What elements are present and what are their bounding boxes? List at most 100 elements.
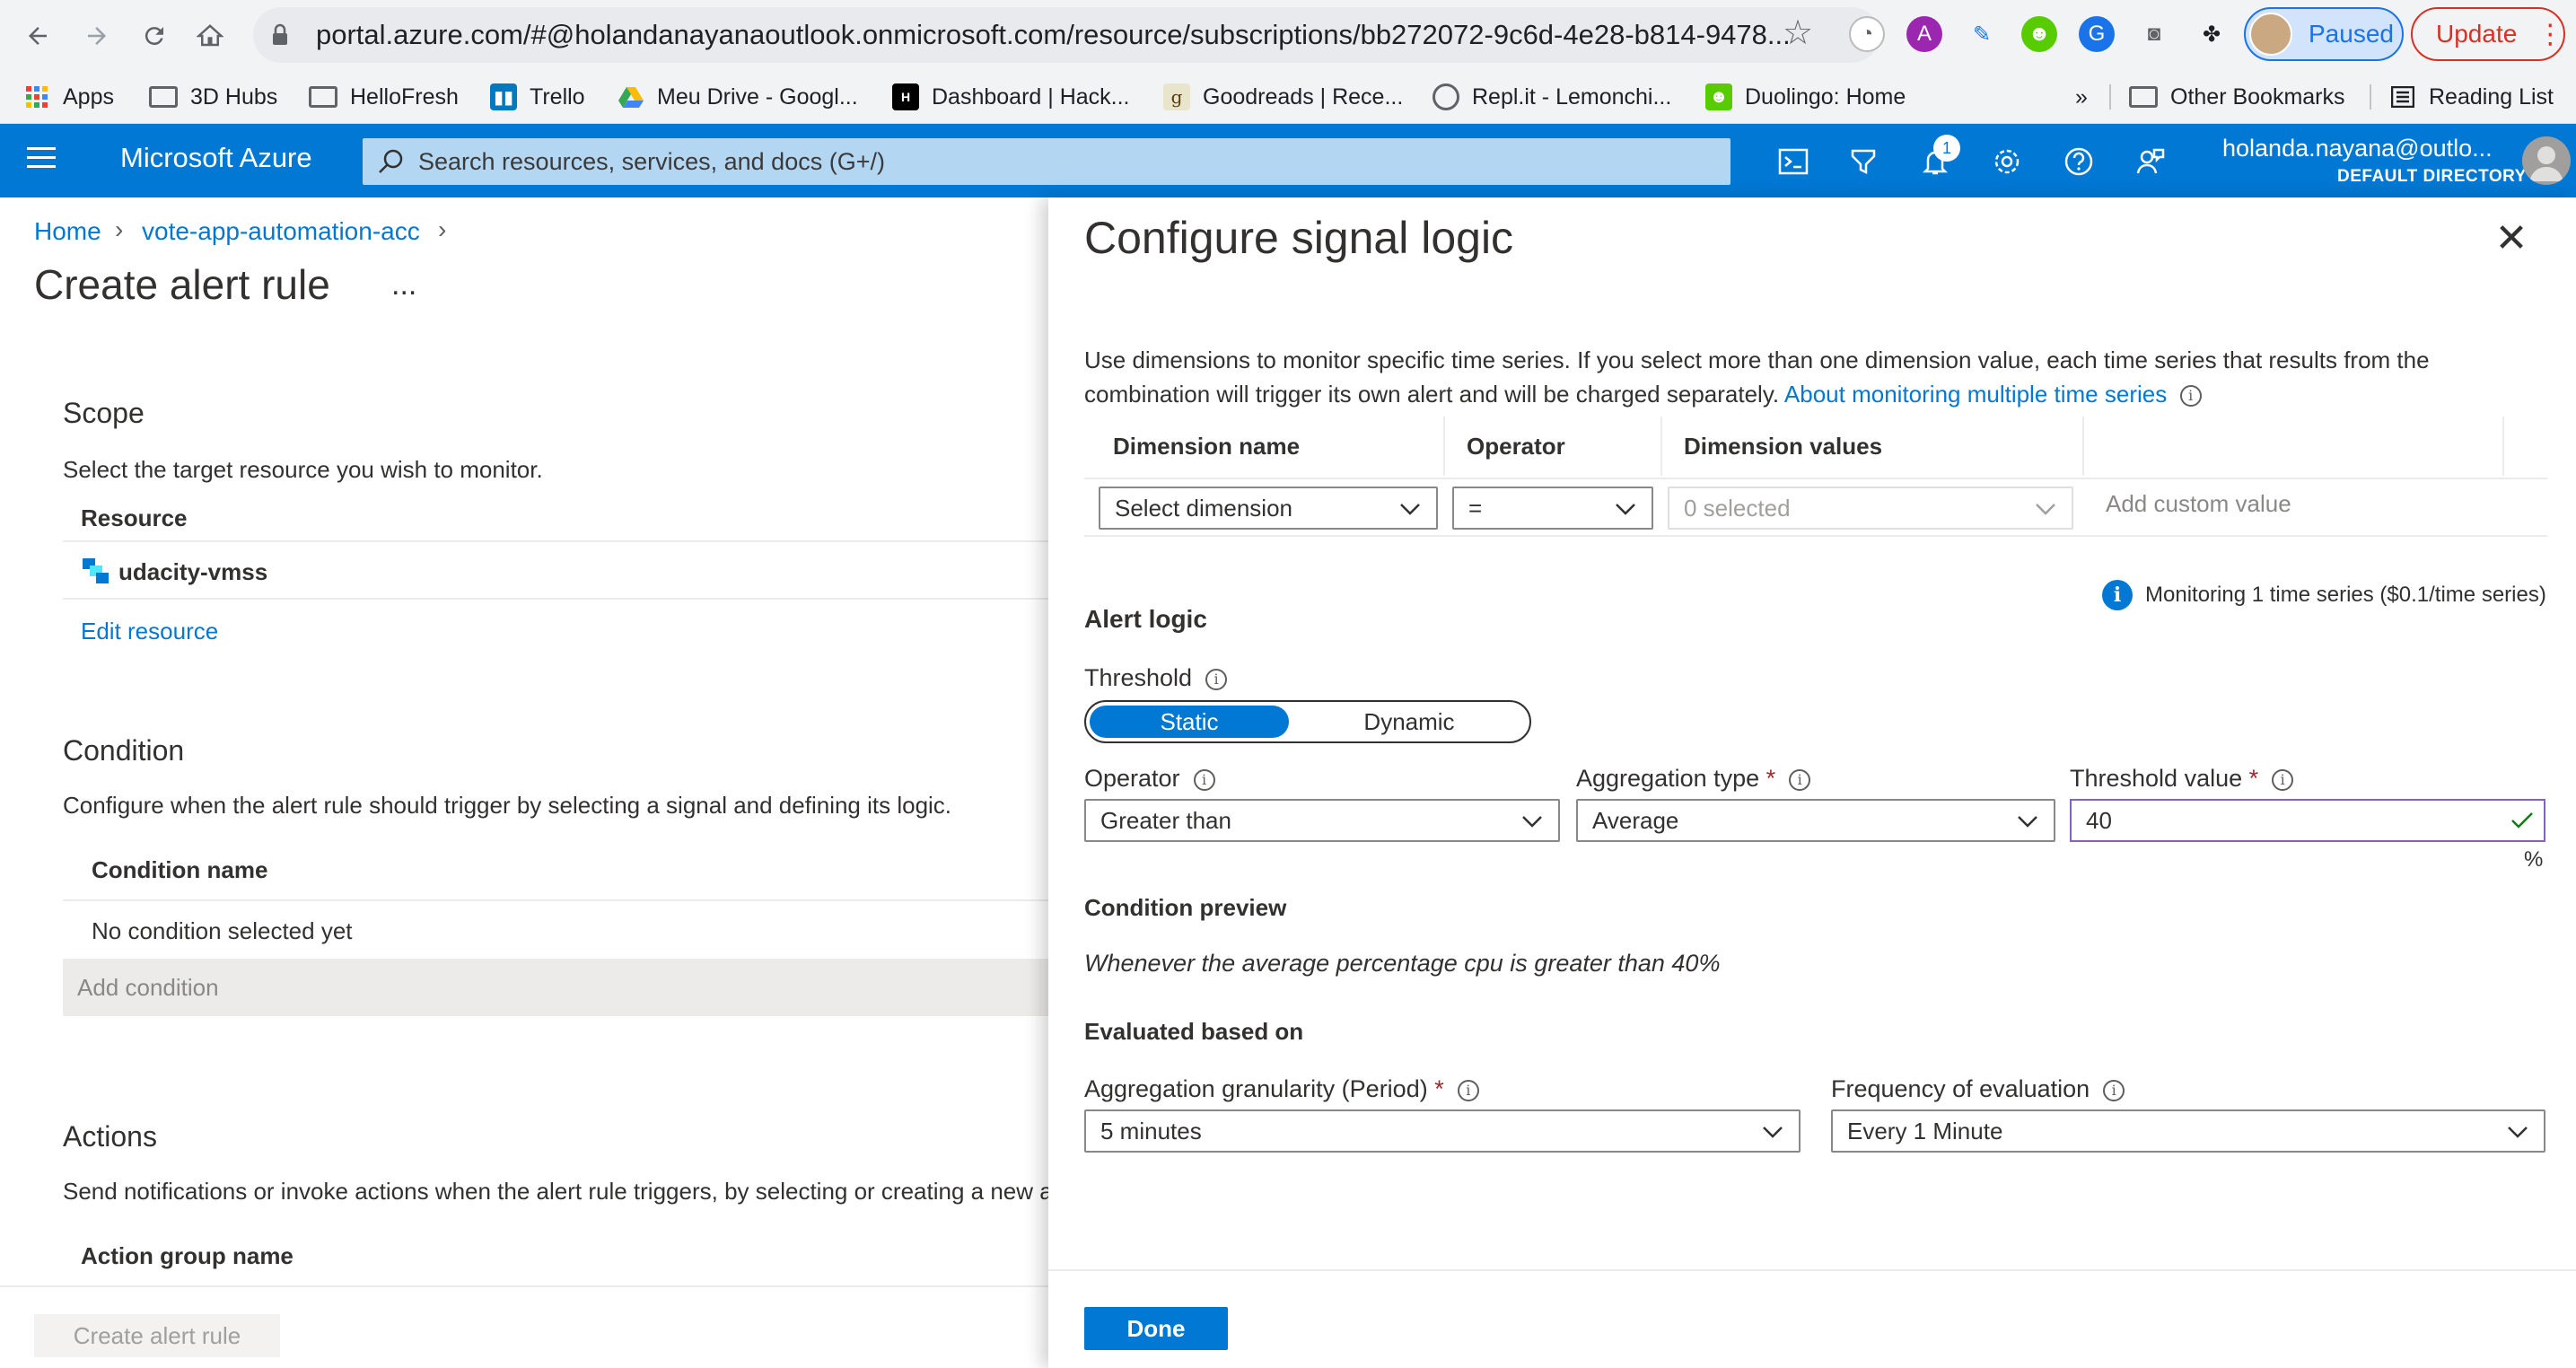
home-icon[interactable] bbox=[190, 16, 230, 56]
breadcrumb-home[interactable]: Home bbox=[34, 217, 101, 246]
bookmark-trello[interactable]: ▮▮ Trello bbox=[490, 77, 585, 117]
extension-translate-icon[interactable]: G bbox=[2079, 16, 2115, 52]
bookmark-other-bookmarks[interactable]: Other Bookmarks bbox=[2129, 77, 2345, 117]
column-divider bbox=[1660, 417, 1662, 476]
dimension-values-dropdown[interactable]: 0 selected bbox=[1668, 487, 2073, 530]
threshold-value-input[interactable]: 40 bbox=[2070, 799, 2545, 842]
chevron-down-icon bbox=[1400, 504, 1420, 515]
page-title: Create alert rule bbox=[34, 261, 330, 308]
scope-description: Select the target resource you wish to m… bbox=[63, 456, 543, 483]
settings-gear-icon[interactable] bbox=[1987, 142, 2027, 181]
info-icon[interactable]: i bbox=[2179, 385, 2202, 408]
breadcrumb-automation-account[interactable]: vote-app-automation-acc bbox=[142, 217, 420, 246]
account-avatar[interactable] bbox=[2522, 136, 2571, 185]
update-button[interactable]: Update ⋮ bbox=[2411, 7, 2565, 61]
close-icon[interactable]: ✕ bbox=[2492, 219, 2531, 260]
threshold-static-option[interactable]: Static bbox=[1090, 706, 1289, 738]
bookmark-duolingo[interactable]: ☻ Duolingo: Home bbox=[1705, 77, 1906, 117]
aggregation-granularity-dropdown[interactable]: 5 minutes bbox=[1084, 1109, 1801, 1153]
dropdown-value: Select dimension bbox=[1115, 494, 1292, 522]
done-label: Done bbox=[1126, 1314, 1186, 1342]
condition-preview-heading: Condition preview bbox=[1084, 894, 1287, 921]
monitoring-multiple-time-series-link[interactable]: About monitoring multiple time series bbox=[1784, 381, 2167, 408]
add-condition-button[interactable]: Add condition bbox=[63, 959, 1050, 1016]
bookmark-label: Duolingo: Home bbox=[1745, 83, 1906, 110]
directory-filter-icon[interactable] bbox=[1844, 142, 1883, 181]
info-icon[interactable]: i bbox=[2103, 1079, 2125, 1101]
aggregation-type-label: Aggregation type * i bbox=[1576, 765, 1811, 793]
extensions-puzzle-icon[interactable]: ✤ bbox=[2194, 16, 2230, 52]
operator-dropdown[interactable]: Greater than bbox=[1084, 799, 1560, 842]
extension-pen-icon[interactable]: ✎ bbox=[1964, 16, 2000, 52]
notification-count-badge: 1 bbox=[1933, 135, 1960, 162]
bookmarks-overflow[interactable]: » bbox=[2075, 77, 2088, 117]
resource-column-header: Resource bbox=[81, 504, 188, 531]
bookmark-hellofresh[interactable]: HelloFresh bbox=[309, 77, 459, 117]
reload-icon[interactable] bbox=[135, 16, 174, 56]
extension-font-icon[interactable]: A bbox=[1906, 16, 1942, 52]
extension-clock-icon[interactable]: ◔ bbox=[1849, 16, 1885, 52]
extension-camera-icon[interactable]: ◙ bbox=[2136, 16, 2172, 52]
browser-menu-icon[interactable]: ⋮ bbox=[2537, 19, 2563, 50]
folder-icon bbox=[2129, 86, 2158, 108]
chevron-down-icon bbox=[2036, 504, 2055, 515]
folder-icon bbox=[149, 86, 178, 108]
account-email[interactable]: holanda.nayana@outlo... bbox=[2222, 135, 2493, 162]
condition-column-header: Condition name bbox=[92, 856, 268, 883]
global-search-input[interactable]: Search resources, services, and docs (G+… bbox=[363, 138, 1730, 185]
back-icon[interactable] bbox=[18, 16, 57, 56]
reading-list-icon bbox=[2389, 83, 2416, 110]
vmss-icon bbox=[81, 557, 110, 585]
label-text: Threshold value bbox=[2070, 765, 2243, 792]
required-asterisk: * bbox=[1434, 1075, 1444, 1102]
add-custom-value-input[interactable]: Add custom value bbox=[2106, 490, 2291, 518]
bookmark-label: Repl.it - Lemonchi... bbox=[1472, 83, 1672, 110]
divider bbox=[1084, 478, 2547, 479]
bookmark-apps[interactable]: Apps bbox=[23, 77, 114, 117]
bookmark-dashboard-hack[interactable]: H Dashboard | Hack... bbox=[892, 77, 1129, 117]
info-icon[interactable]: i bbox=[2272, 768, 2294, 791]
bookmark-star-icon[interactable]: ☆ bbox=[1783, 13, 1813, 53]
info-icon[interactable]: i bbox=[1193, 768, 1215, 791]
done-button[interactable]: Done bbox=[1084, 1307, 1228, 1350]
forward-icon[interactable] bbox=[77, 16, 117, 56]
bookmark-replit[interactable]: Repl.it - Lemonchi... bbox=[1433, 77, 1671, 117]
update-label: Update bbox=[2436, 20, 2518, 48]
input-value: 40 bbox=[2086, 806, 2112, 834]
more-options-icon[interactable]: ... bbox=[391, 267, 416, 303]
portal-menu-icon[interactable] bbox=[27, 147, 56, 169]
address-bar[interactable]: portal.azure.com/#@holandanayanaoutlook.… bbox=[253, 7, 1879, 63]
chevron-down-icon bbox=[1522, 816, 1542, 828]
valid-check-icon bbox=[2510, 808, 2535, 833]
lock-icon[interactable] bbox=[271, 23, 289, 47]
trello-icon: ▮▮ bbox=[490, 83, 517, 110]
cloud-shell-icon[interactable] bbox=[1774, 142, 1813, 181]
aggregation-granularity-label: Aggregation granularity (Period) * i bbox=[1084, 1075, 1479, 1103]
aggregation-type-dropdown[interactable]: Average bbox=[1576, 799, 2055, 842]
operator-header: Operator bbox=[1467, 433, 1565, 460]
extension-duolingo-icon[interactable]: ☻ bbox=[2021, 16, 2057, 52]
info-icon[interactable]: i bbox=[1205, 668, 1228, 690]
bookmark-meu-drive[interactable]: Meu Drive - Googl... bbox=[618, 77, 858, 117]
account-directory: DEFAULT DIRECTORY bbox=[2337, 167, 2527, 186]
info-icon[interactable]: i bbox=[1457, 1079, 1479, 1101]
frequency-of-evaluation-dropdown[interactable]: Every 1 Minute bbox=[1831, 1109, 2545, 1153]
feedback-icon[interactable] bbox=[2131, 142, 2170, 181]
bookmark-goodreads[interactable]: g Goodreads | Rece... bbox=[1163, 77, 1403, 117]
info-icon[interactable]: i bbox=[1789, 768, 1811, 791]
dimension-values-header: Dimension values bbox=[1684, 433, 1883, 460]
dimension-operator-dropdown[interactable]: = bbox=[1452, 487, 1653, 530]
edit-resource-link[interactable]: Edit resource bbox=[81, 618, 218, 645]
bookmark-label: Other Bookmarks bbox=[2170, 83, 2345, 110]
create-alert-rule-button[interactable]: Create alert rule bbox=[34, 1314, 280, 1357]
portal-brand[interactable]: Microsoft Azure bbox=[120, 142, 312, 174]
hackerrank-icon: H bbox=[892, 83, 919, 110]
threshold-dynamic-option[interactable]: Dynamic bbox=[1307, 706, 1511, 738]
reading-list[interactable]: Reading List bbox=[2389, 77, 2554, 117]
threshold-unit: % bbox=[2524, 847, 2544, 872]
select-dimension-dropdown[interactable]: Select dimension bbox=[1099, 487, 1438, 530]
help-icon[interactable] bbox=[2059, 142, 2098, 181]
bookmark-3d-hubs[interactable]: 3D Hubs bbox=[149, 77, 277, 117]
bookmark-divider bbox=[2370, 84, 2371, 110]
bookmark-label: Dashboard | Hack... bbox=[932, 83, 1130, 110]
